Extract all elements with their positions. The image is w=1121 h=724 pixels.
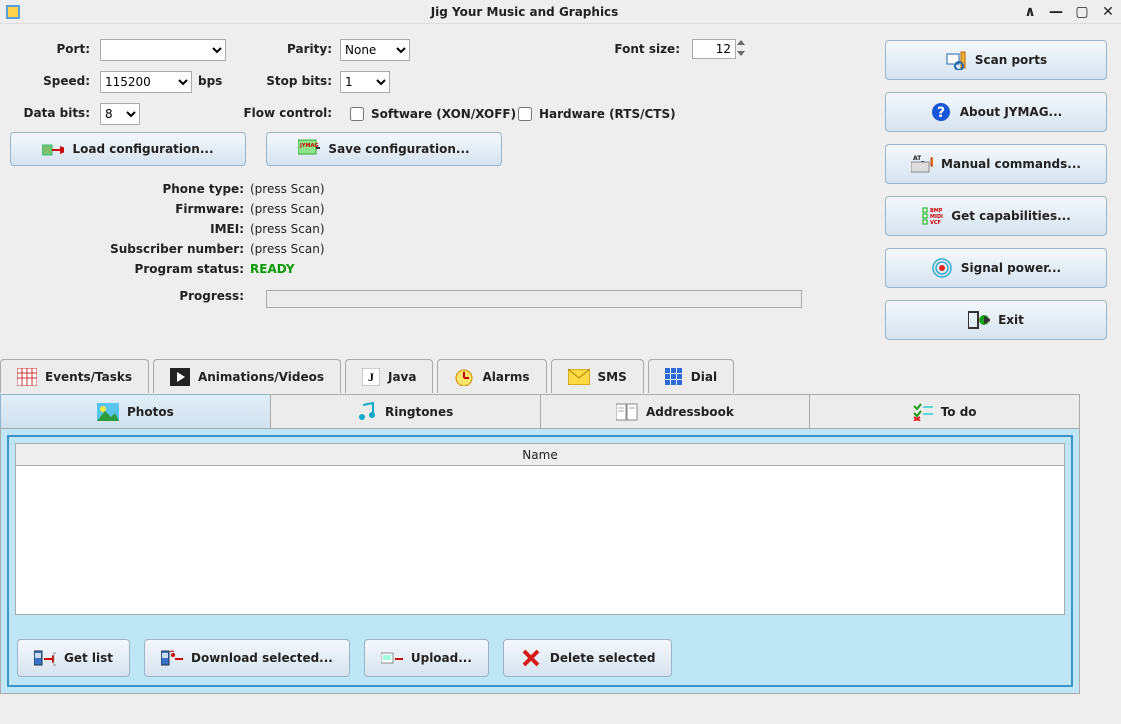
port-select[interactable]: [100, 39, 226, 61]
envelope-icon: [568, 369, 590, 385]
tab-sms[interactable]: SMS: [551, 359, 644, 393]
scan-ports-button[interactable]: Scan ports: [885, 40, 1107, 80]
parity-label: Parity:: [260, 42, 332, 56]
capabilities-icon: BMPMIDIVCF: [921, 205, 943, 227]
speed-label: Speed:: [10, 74, 90, 88]
window-title: Jig Your Music and Graphics: [26, 5, 1023, 19]
exit-button[interactable]: Exit: [885, 300, 1107, 340]
phone-type-label: Phone type:: [20, 182, 250, 196]
tab-alarms[interactable]: Alarms: [437, 359, 546, 393]
subscriber-value: (press Scan): [250, 242, 325, 256]
stopbits-select[interactable]: 1: [340, 71, 390, 93]
upload-button[interactable]: Upload...: [364, 639, 489, 677]
svg-text:JYMAG: JYMAG: [299, 143, 318, 149]
items-table[interactable]: Name: [15, 443, 1065, 615]
signal-power-button[interactable]: Signal power...: [885, 248, 1107, 288]
column-name[interactable]: Name: [16, 444, 1064, 466]
svg-text:J: J: [368, 370, 374, 384]
calendar-icon: [17, 368, 37, 386]
load-config-button[interactable]: Load configuration...: [10, 132, 246, 166]
tab-java[interactable]: J Java: [345, 359, 433, 393]
tab-animations[interactable]: Animations/Videos: [153, 359, 341, 393]
photo-icon: [97, 403, 119, 421]
get-list-icon: [34, 647, 56, 669]
music-icon: [357, 402, 377, 422]
get-list-button[interactable]: Get list: [17, 639, 130, 677]
fontsize-stepper[interactable]: [736, 38, 748, 58]
get-capabilities-button[interactable]: BMPMIDIVCF Get capabilities...: [885, 196, 1107, 236]
download-selected-button[interactable]: Download selected...: [144, 639, 350, 677]
app-icon: [6, 5, 20, 19]
photos-panel: Name Get list Download selected... Uploa…: [0, 428, 1080, 694]
port-label: Port:: [10, 42, 90, 56]
flow-software-checkbox[interactable]: Software (XON/XOFF): [346, 104, 516, 124]
window-close-icon[interactable]: ✕: [1101, 5, 1115, 19]
signal-icon: [931, 257, 953, 279]
svg-text:?: ?: [937, 105, 945, 121]
window-minimize-icon[interactable]: —: [1049, 5, 1063, 19]
fontsize-input[interactable]: [692, 39, 736, 59]
film-icon: [170, 368, 190, 386]
firmware-label: Firmware:: [20, 202, 250, 216]
save-config-button[interactable]: JYMAG Save configuration...: [266, 132, 502, 166]
titlebar: Jig Your Music and Graphics ∧ — ▢ ✕: [0, 0, 1121, 24]
save-config-icon: JYMAG: [298, 138, 320, 160]
svg-text:VCF: VCF: [930, 220, 941, 226]
tab-addressbook[interactable]: Addressbook: [540, 394, 810, 428]
progress-bar: [266, 290, 802, 308]
java-icon: J: [362, 368, 380, 386]
parity-select[interactable]: None: [340, 39, 410, 61]
window-maximize-icon[interactable]: ▢: [1075, 5, 1089, 19]
tab-dial[interactable]: Dial: [648, 359, 734, 393]
scan-icon: [945, 49, 967, 71]
delete-selected-button[interactable]: Delete selected: [503, 639, 673, 677]
tab-events-tasks[interactable]: Events/Tasks: [0, 359, 149, 393]
svg-text:AT_: AT_: [913, 155, 924, 162]
flow-hardware-checkbox[interactable]: Hardware (RTS/CTS): [514, 104, 676, 124]
fontsize-label: Font size:: [590, 42, 680, 56]
flowcontrol-label: Flow control:: [240, 106, 332, 120]
download-icon: [161, 647, 183, 669]
subscriber-label: Subscriber number:: [20, 242, 250, 256]
about-button[interactable]: ? About JYMAG...: [885, 92, 1107, 132]
imei-value: (press Scan): [250, 222, 325, 236]
exit-icon: [968, 309, 990, 331]
progress-label: Progress:: [20, 289, 250, 303]
databits-select[interactable]: 8: [100, 103, 140, 125]
databits-label: Data bits:: [10, 106, 90, 120]
manual-commands-button[interactable]: AT_ Manual commands...: [885, 144, 1107, 184]
dialpad-icon: [665, 368, 683, 386]
checklist-icon: [913, 403, 933, 421]
status-value: READY: [250, 262, 295, 276]
upload-icon: [381, 647, 403, 669]
speed-unit: bps: [198, 74, 222, 88]
book-icon: [616, 403, 638, 421]
tab-ringtones[interactable]: Ringtones: [270, 394, 540, 428]
tab-photos[interactable]: Photos: [0, 394, 270, 428]
tab-todo[interactable]: To do: [809, 394, 1080, 428]
stopbits-label: Stop bits:: [260, 74, 332, 88]
question-icon: ?: [930, 101, 952, 123]
status-label: Program status:: [20, 262, 250, 276]
load-config-icon: [42, 138, 64, 160]
keyboard-icon: AT_: [911, 153, 933, 175]
phone-type-value: (press Scan): [250, 182, 325, 196]
delete-icon: [520, 647, 542, 669]
imei-label: IMEI:: [20, 222, 250, 236]
speed-select[interactable]: 115200: [100, 71, 192, 93]
clock-icon: [454, 368, 474, 386]
firmware-value: (press Scan): [250, 202, 325, 216]
window-rollup-icon[interactable]: ∧: [1023, 5, 1037, 19]
